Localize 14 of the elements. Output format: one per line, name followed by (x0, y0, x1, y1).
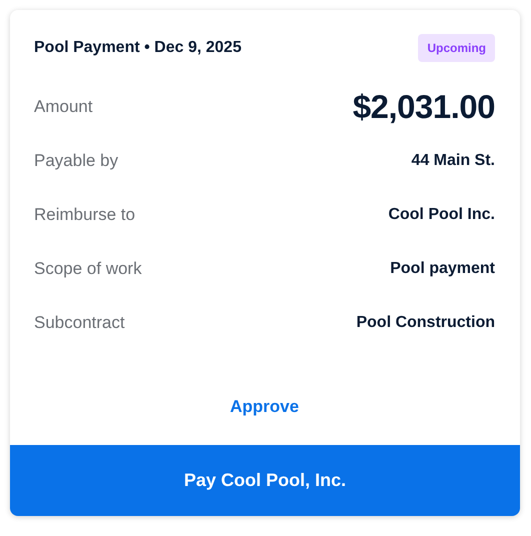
field-value: Pool Construction (356, 314, 495, 332)
field-label: Scope of work (34, 259, 142, 279)
field-label: Reimburse to (34, 205, 136, 225)
status-badge: Upcoming (418, 34, 495, 62)
field-value: Pool payment (390, 260, 495, 278)
field-value: Cool Pool Inc. (388, 206, 495, 224)
pay-button[interactable]: Pay Cool Pool, Inc. (10, 445, 520, 516)
field-label: Payable by (34, 151, 118, 171)
field-label: Subcontract (34, 313, 125, 333)
approve-link[interactable]: Approve (222, 387, 307, 427)
card-title: Pool Payment • Dec 9, 2025 (34, 39, 242, 57)
amount-value: $2,031.00 (352, 88, 495, 126)
field-label: Amount (34, 97, 93, 117)
field-value: 44 Main St. (411, 152, 495, 170)
